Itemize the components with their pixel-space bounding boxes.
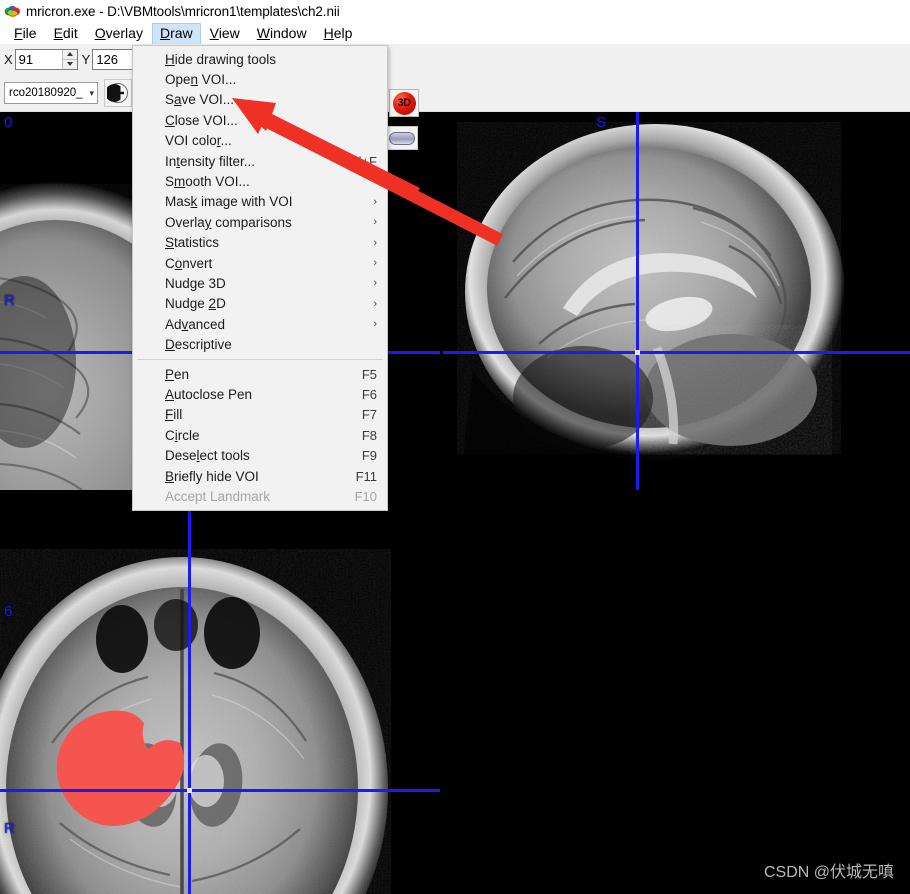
x-coordinate-stepper[interactable]: 91 <box>14 48 78 70</box>
mricron-window: mricron.exe - D:\VBMtools\mricron1\templ… <box>0 0 910 894</box>
menu-item-fill[interactable]: Fill F7 <box>133 405 387 425</box>
axial-image <box>0 493 440 894</box>
x-label: X <box>4 51 13 67</box>
menu-shortcut-pen: F5 <box>361 366 377 382</box>
chevron-right-icon: › <box>373 236 377 249</box>
menu-view[interactable]: View <box>202 23 248 44</box>
sagittal-crosshair-center <box>635 350 640 355</box>
chevron-down-icon: ▾ <box>89 87 94 98</box>
menu-item-voi-color[interactable]: VOI color... <box>133 131 387 151</box>
sphere-3d-icon: 3D <box>392 91 416 115</box>
menu-item-overlay-comparisons[interactable]: Overlay comparisons › <box>133 212 387 232</box>
menu-shortcut-fill: F7 <box>361 407 377 423</box>
menu-bar: File Edit Overlay Draw View Window Help <box>0 22 910 44</box>
menu-shortcut-briefly-hide-voi: F11 <box>355 468 377 484</box>
render-3d-button[interactable]: 3D <box>389 89 419 117</box>
menu-shortcut-autoclose-pen: F6 <box>361 386 377 402</box>
y-label: Y <box>81 51 91 67</box>
chevron-right-icon: › <box>373 297 377 310</box>
sagittal-crosshair-horizontal <box>443 351 910 354</box>
menu-label-accept-landmark: Accept Landmark <box>165 488 271 504</box>
x-stepper-down-icon[interactable] <box>62 58 77 69</box>
menu-window[interactable]: Window <box>249 23 315 44</box>
menu-overlay[interactable]: Overlay <box>87 23 151 44</box>
menu-item-mask-image-with-voi[interactable]: Mask image with VOI › <box>133 192 387 212</box>
orientation-label-s: S <box>596 114 607 131</box>
orientation-label-r-axial: R <box>4 820 15 837</box>
chevron-right-icon: › <box>373 257 377 270</box>
x-coordinate-value[interactable]: 91 <box>15 49 62 69</box>
draw-dropdown-menu[interactable]: Hide drawing tools Open VOI... Save VOI.… <box>132 45 388 511</box>
title-bar: mricron.exe - D:\VBMtools\mricron1\templ… <box>0 0 910 22</box>
menu-item-advanced[interactable]: Advanced › <box>133 314 387 334</box>
menu-shortcut-deselect-tools: F9 <box>361 448 377 464</box>
intensity-bar-button[interactable] <box>386 126 418 150</box>
brain-icon <box>4 3 21 20</box>
menu-item-accept-landmark: Accept Landmark F10 <box>133 486 387 506</box>
axial-crosshair-horizontal <box>0 789 440 792</box>
menu-item-nudge-2d[interactable]: Nudge 2D › <box>133 294 387 314</box>
menu-separator <box>137 358 383 360</box>
menu-item-statistics[interactable]: Statistics › <box>133 233 387 253</box>
window-title: mricron.exe - D:\VBMtools\mricron1\templ… <box>26 3 340 19</box>
chevron-right-icon: › <box>373 195 377 208</box>
menu-item-open-voi[interactable]: Open VOI... <box>133 69 387 89</box>
orientation-label-0: 0 <box>4 114 13 131</box>
menu-item-deselect-tools[interactable]: Deselect tools F9 <box>133 445 387 465</box>
menu-item-hide-drawing-tools[interactable]: Hide drawing tools <box>133 49 387 69</box>
menu-shortcut-intensity-filter: Ctrl+F <box>341 153 377 169</box>
sagittal-view[interactable]: S <box>443 112 910 490</box>
chevron-right-icon: › <box>373 277 377 290</box>
watermark: CSDN @伏城无嗔 <box>763 864 894 881</box>
menu-item-descriptive[interactable]: Descriptive <box>133 334 387 354</box>
intensity-bar-icon <box>389 131 415 145</box>
menu-item-pen[interactable]: Pen F5 <box>133 364 387 384</box>
menu-item-smooth-voi[interactable]: Smooth VOI... <box>133 171 387 191</box>
sagittal-image <box>443 112 910 490</box>
chevron-right-icon: › <box>373 318 377 331</box>
x-stepper-up-icon[interactable] <box>63 50 77 59</box>
chevron-right-icon: › <box>373 216 377 229</box>
menu-item-intensity-filter[interactable]: Intensity filter... Ctrl+F <box>133 151 387 171</box>
layer-select[interactable]: rco20180920_ ▾ <box>4 82 98 104</box>
menu-item-convert[interactable]: Convert › <box>133 253 387 273</box>
menu-edit[interactable]: Edit <box>46 23 86 44</box>
menu-item-briefly-hide-voi[interactable]: Briefly hide VOI F11 <box>133 466 387 486</box>
axial-view[interactable]: 6 R <box>0 493 440 894</box>
menu-item-close-voi[interactable]: Close VOI... <box>133 110 387 130</box>
back-arrow-button[interactable] <box>104 79 132 107</box>
orientation-label-6: 6 <box>4 603 13 620</box>
menu-draw[interactable]: Draw <box>151 22 201 44</box>
x-stepper-buttons[interactable] <box>61 49 77 69</box>
sagittal-crosshair-vertical <box>636 112 639 490</box>
menu-item-nudge-3d[interactable]: Nudge 3D › <box>133 273 387 293</box>
menu-help[interactable]: Help <box>316 23 361 44</box>
menu-file[interactable]: File <box>6 23 45 44</box>
menu-shortcut-circle: F8 <box>361 427 377 443</box>
menu-item-save-voi[interactable]: Save VOI... <box>133 90 387 110</box>
menu-shortcut-accept-landmark: F10 <box>354 488 377 504</box>
axial-crosshair-vertical <box>188 493 191 894</box>
menu-item-autoclose-pen[interactable]: Autoclose Pen F6 <box>133 384 387 404</box>
layer-select-value: rco20180920_ <box>9 87 83 99</box>
orientation-label-r-coronal: R <box>4 292 15 309</box>
menu-item-circle[interactable]: Circle F8 <box>133 425 387 445</box>
axial-crosshair-center <box>187 788 192 793</box>
